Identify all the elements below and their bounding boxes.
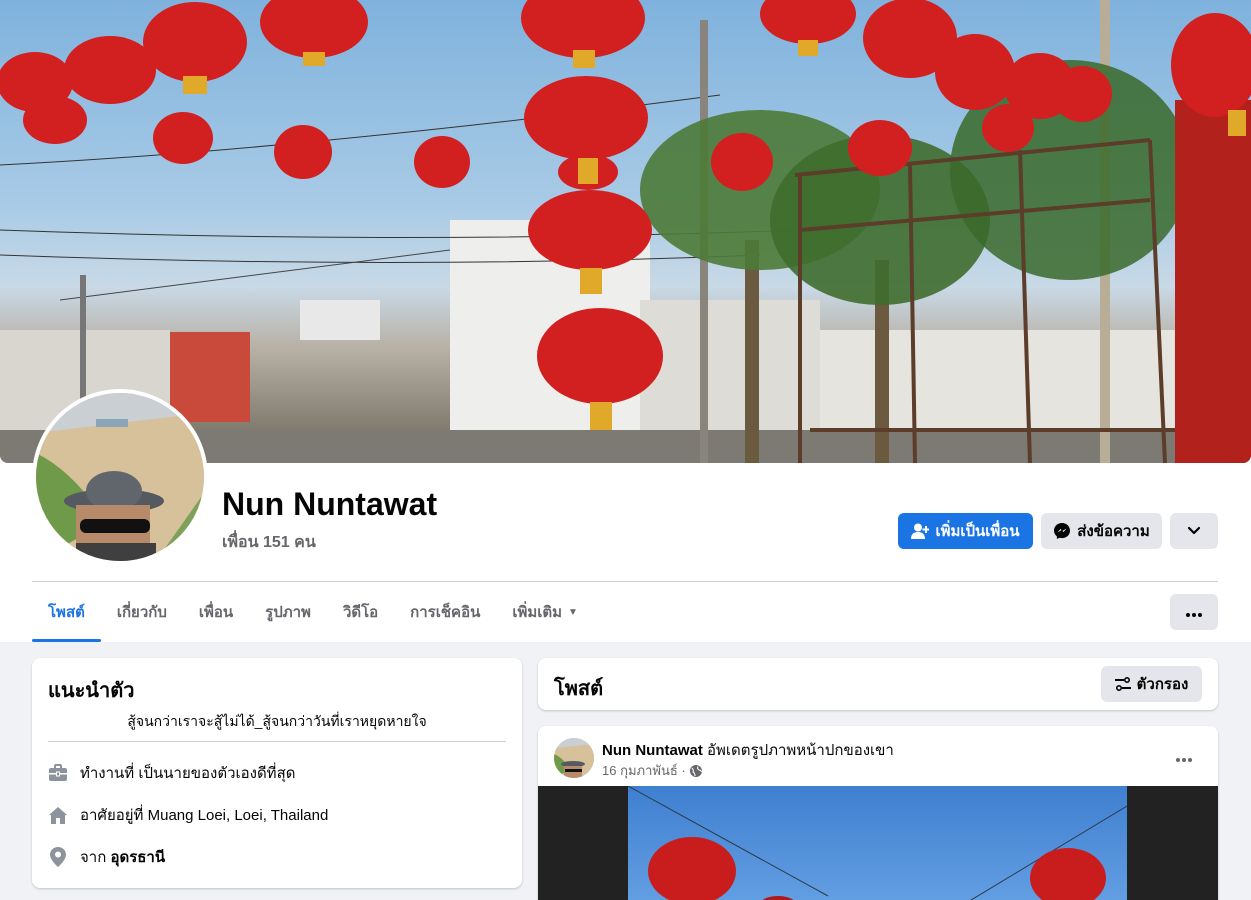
intro-work-text: ทำงานที่ เป็นนายของตัวเองดีที่สุด [80,765,296,782]
intro-lives-place[interactable]: Muang Loei, Loei, Thailand [148,807,329,824]
posts-header-card: โพสต์ ตัวกรอง [538,658,1218,710]
tab-checkins[interactable]: การเช็คอิน [394,582,496,642]
send-message-button[interactable]: ส่งข้อความ [1041,513,1162,549]
post-photo [628,786,1127,900]
post-action-text: อัพเดตรูปภาพหน้าปกของเขา [707,742,894,759]
cover-photo-scene [0,0,1251,463]
profile-picture-image [36,393,204,561]
intro-work-row: ทำงานที่ เป็นนายของตัวเองดีที่สุด [48,762,295,784]
post-media[interactable] [538,786,1218,900]
add-friend-button[interactable]: เพิ่มเป็นเพื่อน [898,513,1033,549]
friend-count[interactable]: เพื่อน 151 คน [222,530,316,555]
filter-icon [1114,677,1131,691]
profile-name: Nun Nuntawat [222,486,438,522]
caret-down-icon: ▼ [568,606,578,618]
intro-lives-prefix: อาศัยอยู่ที่ [80,807,144,824]
filter-label: ตัวกรอง [1136,676,1189,693]
tab-photos[interactable]: รูปภาพ [249,582,327,642]
tabs-more-button[interactable] [1170,594,1218,630]
tab-label: รูปภาพ [265,604,311,621]
messenger-icon [1053,522,1071,540]
post-date[interactable]: 16 กุมภาพันธ์ · [602,760,686,781]
add-friend-icon [911,523,930,539]
intro-lives-row: อาศัยอยู่ที่ Muang Loei, Loei, Thailand [48,804,328,826]
tab-more[interactable]: เพิ่มเติม ▼ [496,582,594,642]
briefcase-icon [48,763,68,783]
intro-from-place[interactable]: อุดรธานี [110,845,165,869]
post-meta: 16 กุมภาพันธ์ · [602,760,702,781]
tab-videos[interactable]: วิดีโอ [327,582,394,642]
intro-title: แนะนำตัว [48,680,135,702]
profile-dropdown-button[interactable] [1170,513,1218,549]
more-horizontal-icon [1176,749,1192,767]
tab-label: โพสต์ [48,604,85,621]
filter-button[interactable]: ตัวกรอง [1101,666,1202,702]
post-card: Nun Nuntawat อัพเดตรูปภาพหน้าปกของเขา 16… [538,726,1218,900]
home-icon [48,805,68,825]
profile-header: Nun Nuntawat เพื่อน 151 คน เพิ่มเป็นเพื่… [0,0,1251,642]
post-header-text: Nun Nuntawat อัพเดตรูปภาพหน้าปกของเขา [602,738,894,762]
intro-divider [48,741,506,742]
profile-tabs: โพสต์ เกี่ยวกับ เพื่อน รูปภาพ วิดีโอ การ… [32,582,594,642]
chevron-down-icon [1187,523,1201,540]
intro-bio: สู้จนกว่าเราจะสู้ไม่ได้_สู้จนกว่าวันที่เ… [127,713,427,729]
intro-from-prefix: จาก [80,849,107,866]
send-message-label: ส่งข้อความ [1077,523,1150,540]
tab-label: เกี่ยวกับ [116,604,167,621]
tab-about[interactable]: เกี่ยวกับ [101,582,183,642]
location-pin-icon [48,847,68,867]
post-options-button[interactable] [1166,740,1202,776]
tab-label: เพื่อน [198,604,234,621]
posts-title: โพสต์ [554,678,604,700]
tab-label: เพิ่มเติม [512,604,563,621]
tab-label: วิดีโอ [342,604,379,621]
cover-photo[interactable] [0,0,1251,463]
more-horizontal-icon [1186,604,1202,621]
intro-from-row: จาก อุดรธานี [48,846,165,868]
post-author-avatar[interactable] [554,738,594,778]
post-author-name[interactable]: Nun Nuntawat [602,742,703,759]
add-friend-label: เพิ่มเป็นเพื่อน [935,523,1020,540]
globe-icon [689,764,702,777]
intro-card: แนะนำตัว ทำงานที่ เป็นนายของตัวเองดีที่ส… [32,658,522,888]
profile-picture[interactable] [32,389,208,565]
tab-friends[interactable]: เพื่อน [183,582,249,642]
tab-posts[interactable]: โพสต์ [32,582,101,642]
tab-label: การเช็คอิน [410,604,481,621]
